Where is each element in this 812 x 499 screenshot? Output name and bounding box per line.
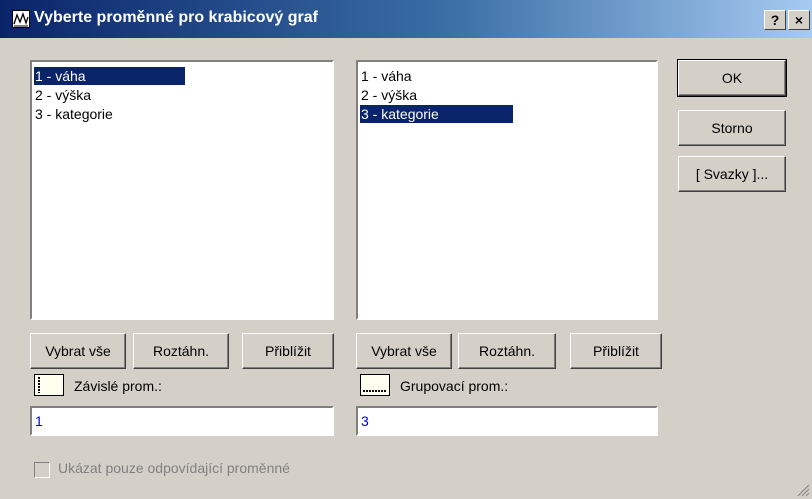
button-label: Vybrat vše (45, 343, 111, 359)
dependent-variable-icon[interactable] (34, 374, 64, 396)
dependent-variable-label: Závislé prom.: (74, 378, 162, 394)
window-title: Vyberte proměnné pro krabicový graf (34, 9, 318, 26)
right-spread-button[interactable]: Roztáhn. (458, 333, 556, 369)
list-item[interactable]: 1 - váha (360, 67, 412, 85)
resize-grip-icon[interactable] (796, 483, 810, 497)
button-label: Roztáhn. (478, 343, 536, 359)
bundles-button[interactable]: [ Svazky ]... (678, 156, 786, 192)
dependent-variable-field[interactable]: 1 (30, 406, 334, 436)
ok-button[interactable]: OK (677, 59, 787, 97)
show-matching-checkbox[interactable] (34, 462, 50, 478)
list-item[interactable]: 2 - výška (360, 86, 417, 104)
help-button[interactable]: ? (764, 10, 786, 30)
list-item[interactable]: 2 - výška (34, 86, 91, 104)
show-matching-label: Ukázat pouze odpovídající proměnné (58, 460, 290, 476)
grouping-variables-list[interactable]: 1 - váha 2 - výška 3 - kategorie (356, 60, 658, 320)
cancel-button[interactable]: Storno (678, 110, 786, 146)
dependent-variables-list[interactable]: 1 - váha 2 - výška 3 - kategorie (30, 60, 334, 320)
left-spread-button[interactable]: Roztáhn. (133, 333, 229, 369)
button-label: Vybrat vše (371, 343, 437, 359)
left-select-all-button[interactable]: Vybrat vše (30, 333, 126, 369)
title-bar[interactable]: Vyberte proměnné pro krabicový graf ? × (0, 0, 812, 38)
grouping-variable-icon[interactable] (360, 374, 390, 396)
button-label: Přiblížit (265, 343, 311, 359)
grouping-variable-field[interactable]: 3 (356, 406, 658, 436)
list-item[interactable]: 1 - váha (34, 67, 185, 85)
right-zoom-button[interactable]: Přiblížit (570, 333, 662, 369)
grouping-variable-label: Grupovací prom.: (400, 378, 509, 394)
app-icon (12, 10, 30, 28)
list-item[interactable]: 3 - kategorie (360, 105, 513, 123)
button-label: Roztáhn. (152, 343, 210, 359)
right-select-all-button[interactable]: Vybrat vše (356, 333, 452, 369)
variable-selection-dialog: Vyberte proměnné pro krabicový graf ? × … (0, 0, 812, 499)
button-label: Přiblížit (593, 343, 639, 359)
button-label: Storno (711, 120, 753, 136)
button-label: OK (721, 70, 743, 86)
left-zoom-button[interactable]: Přiblížit (242, 333, 334, 369)
close-button[interactable]: × (788, 10, 810, 30)
button-label: [ Svazky ]... (695, 166, 769, 182)
list-item[interactable]: 3 - kategorie (34, 105, 113, 123)
